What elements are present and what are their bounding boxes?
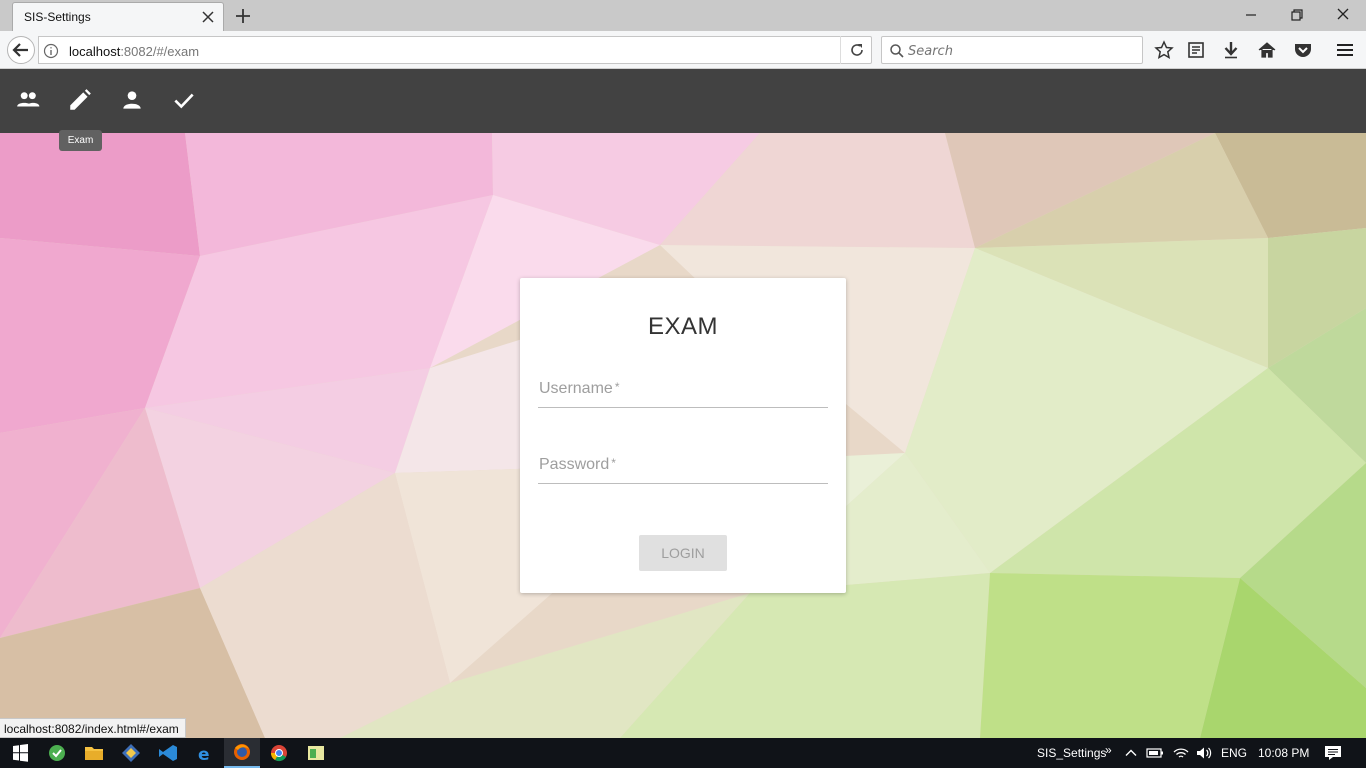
windows-taskbar: e SIS_Settings » ENG 10:08 PM	[0, 738, 1366, 768]
home-icon[interactable]	[1256, 40, 1278, 60]
new-tab-icon[interactable]	[233, 6, 253, 26]
login-card: EXAM Username * Password * LOGIN	[520, 278, 846, 593]
browser-tab-strip: SIS-Settings	[0, 0, 1366, 31]
taskbar-app-label[interactable]: SIS_Settings	[1037, 746, 1106, 760]
status-url: localhost:8082/index.html#/exam	[0, 718, 186, 738]
main-content: EXAM Username * Password * LOGIN	[0, 133, 1366, 738]
url-path: :8082/#/exam	[120, 44, 200, 59]
check-icon[interactable]	[171, 87, 197, 113]
taskbar-file-explorer[interactable]	[76, 738, 112, 768]
menu-icon[interactable]	[1334, 40, 1356, 60]
group-icon[interactable]	[15, 87, 41, 113]
exam-tooltip: Exam	[59, 130, 102, 151]
pocket-icon[interactable]	[1292, 40, 1314, 60]
taskbar-firefox[interactable]	[224, 738, 260, 768]
chevron-up-icon[interactable]	[1124, 746, 1138, 760]
diamond-app-icon	[122, 744, 140, 762]
chrome-icon	[270, 745, 287, 762]
username-field[interactable]: Username *	[538, 368, 828, 408]
url-host: localhost	[69, 44, 121, 59]
taskbar-app-window[interactable]	[298, 738, 334, 768]
search-bar[interactable]	[881, 36, 1143, 64]
reload-button[interactable]	[840, 36, 872, 64]
back-button[interactable]	[7, 36, 35, 64]
battery-icon[interactable]	[1146, 746, 1164, 760]
back-arrow-icon	[12, 43, 28, 57]
restore-icon[interactable]	[1285, 4, 1309, 26]
clock[interactable]: 10:08 PM	[1258, 746, 1309, 760]
reload-icon	[851, 44, 863, 56]
taskbar-chrome[interactable]	[261, 738, 297, 768]
card-title: EXAM	[647, 313, 718, 340]
folder-icon	[85, 747, 103, 760]
svg-text:e: e	[198, 745, 210, 765]
taskbar-overflow[interactable]: »	[1105, 743, 1112, 757]
minimize-icon[interactable]	[1239, 4, 1263, 26]
app-window-icon	[308, 746, 324, 760]
password-field[interactable]: Password *	[538, 444, 828, 484]
taskbar-git-tool[interactable]	[113, 738, 149, 768]
wifi-icon[interactable]	[1172, 745, 1190, 761]
pencil-icon[interactable]	[67, 87, 93, 113]
start-button[interactable]	[2, 738, 38, 768]
browser-nav-bar: localhost:8082/#/exam	[0, 31, 1366, 69]
edge-icon: e	[198, 745, 210, 765]
info-icon[interactable]	[43, 43, 59, 59]
search-icon	[890, 44, 904, 58]
firefox-icon	[234, 744, 250, 760]
close-window-icon[interactable]	[1331, 4, 1355, 26]
url-bar[interactable]: localhost:8082/#/exam	[38, 36, 872, 64]
download-icon[interactable]	[1220, 40, 1242, 60]
windows-logo-icon	[13, 744, 28, 762]
reading-list-icon[interactable]	[1185, 40, 1207, 60]
taskbar-app-green[interactable]	[39, 738, 75, 768]
language-indicator[interactable]: ENG	[1221, 746, 1247, 760]
notification-icon[interactable]	[1324, 745, 1342, 761]
url-text: localhost:8082/#/exam	[69, 44, 199, 59]
password-input[interactable]	[538, 444, 828, 482]
vscode-icon	[159, 745, 177, 761]
tab-title: SIS-Settings	[24, 10, 91, 24]
close-tab-icon[interactable]	[199, 8, 217, 26]
username-input[interactable]	[538, 368, 828, 406]
volume-icon[interactable]	[1195, 745, 1213, 761]
browser-tab[interactable]: SIS-Settings	[12, 2, 224, 31]
taskbar-edge[interactable]: e	[187, 738, 223, 768]
person-icon[interactable]	[119, 87, 145, 113]
bookmark-star-icon[interactable]	[1153, 40, 1175, 60]
search-input[interactable]	[908, 41, 1138, 61]
login-button[interactable]: LOGIN	[639, 535, 727, 571]
taskbar-vscode[interactable]	[150, 738, 186, 768]
green-app-icon	[49, 745, 65, 761]
app-toolbar	[0, 69, 1366, 133]
